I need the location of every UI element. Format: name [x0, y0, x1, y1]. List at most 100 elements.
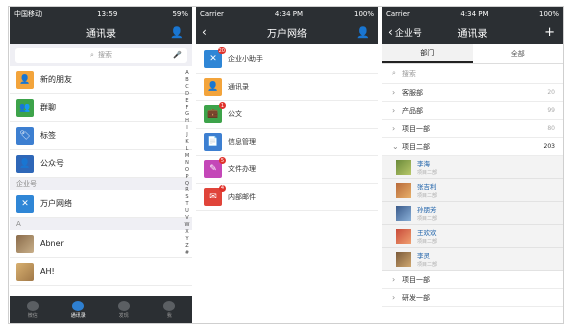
- member-row[interactable]: 张吉利 项目二部: [382, 179, 563, 202]
- time-label: 4:34 PM: [274, 9, 304, 18]
- list-item-label: 群聊: [40, 103, 56, 112]
- chevron-right-icon: ›: [392, 293, 396, 302]
- segment-department[interactable]: 部门: [382, 44, 473, 63]
- index-letter[interactable]: Q: [185, 181, 189, 188]
- search-input[interactable]: ⌕ 搜索: [382, 64, 563, 84]
- nav-bar: ‹ 万户网络 👤: [196, 20, 378, 44]
- index-letter[interactable]: E: [185, 98, 188, 105]
- index-letter[interactable]: D: [185, 91, 189, 98]
- member-dept: 项目二部: [417, 262, 438, 268]
- address-book-icon: 👤: [204, 77, 222, 96]
- avatar: [396, 205, 411, 221]
- app-item[interactable]: 💼 1 公文: [196, 101, 378, 129]
- list-item[interactable]: 👥 群聊: [10, 94, 192, 122]
- index-letter[interactable]: R: [185, 187, 188, 194]
- index-letter[interactable]: I: [186, 125, 187, 132]
- member-name: 张吉利: [417, 183, 437, 191]
- index-letter[interactable]: C: [185, 84, 189, 91]
- app-item[interactable]: ✎ 5 文件办理: [196, 156, 378, 184]
- section-header-a: A: [10, 218, 192, 230]
- member-info: 李海 项目二部: [417, 158, 437, 176]
- group-row[interactable]: › 项目一部 80: [382, 120, 563, 138]
- chevron-left-icon: ‹: [388, 25, 393, 39]
- index-letter[interactable]: Y: [185, 236, 188, 243]
- app-item[interactable]: ✉ 4 内部邮件: [196, 184, 378, 211]
- tab-1[interactable]: 微信: [10, 296, 56, 323]
- app-item[interactable]: ✕ 20 企业小助手: [196, 46, 378, 74]
- member-row[interactable]: 孙朋芳 项目二部: [382, 202, 563, 225]
- index-letter[interactable]: O: [185, 167, 189, 174]
- contact-row[interactable]: Abner: [10, 230, 192, 258]
- index-letter[interactable]: G: [185, 111, 189, 118]
- alphabet-index[interactable]: A B C D E F G H I J K L M N O P Q R S T U V W X Y Z #: [183, 70, 191, 256]
- enterprise-item[interactable]: ✕ 万户网络: [10, 190, 192, 218]
- tab-label: 微信: [27, 312, 38, 319]
- group-count: 80: [547, 125, 555, 132]
- index-letter[interactable]: T: [185, 201, 188, 208]
- tab-2[interactable]: 通讯录: [56, 296, 102, 323]
- tab-4[interactable]: 我: [147, 296, 193, 323]
- enterprise-icon: ✕: [16, 194, 34, 213]
- back-button[interactable]: ‹: [202, 25, 207, 39]
- index-letter[interactable]: K: [185, 139, 188, 146]
- index-letter[interactable]: H: [185, 118, 189, 125]
- index-letter[interactable]: V: [185, 215, 188, 222]
- group-label: 项目一部: [402, 275, 430, 284]
- segment-all[interactable]: 全部: [473, 44, 564, 63]
- tab-label: 我: [166, 312, 172, 319]
- index-letter[interactable]: F: [186, 105, 189, 112]
- index-letter[interactable]: U: [185, 208, 189, 215]
- index-letter[interactable]: P: [185, 174, 188, 181]
- member-dept: 项目二部: [417, 170, 438, 176]
- group-row[interactable]: › 项目一部: [382, 271, 563, 289]
- list-item[interactable]: 🏷 标签: [10, 122, 192, 150]
- group-list: › 客服部 20 › 产品部 99 › 项目一部 80: [382, 84, 563, 138]
- app-item[interactable]: 📄 信息管理: [196, 129, 378, 156]
- index-letter[interactable]: W: [185, 222, 190, 229]
- list-item[interactable]: 👤 公众号: [10, 150, 192, 178]
- group-row[interactable]: › 研发一部: [382, 289, 563, 307]
- page-title: 万户网络: [267, 28, 307, 40]
- search-bar: ⌕ 搜索 🎤: [10, 44, 192, 66]
- group-row-expanded[interactable]: ⌄ 项目二部 203: [382, 138, 563, 156]
- tag-icon: 🏷: [16, 126, 34, 145]
- member-row[interactable]: 王欢欢 项目二部: [382, 225, 563, 248]
- index-letter[interactable]: M: [185, 153, 189, 160]
- back-button[interactable]: ‹ 企业号: [388, 25, 422, 39]
- status-bar: Carrier 4:34 PM 100%: [196, 7, 378, 20]
- group-row[interactable]: › 产品部 99: [382, 102, 563, 120]
- index-letter[interactable]: A: [185, 70, 188, 77]
- group-label: 项目二部: [402, 142, 430, 151]
- index-letter[interactable]: J: [186, 132, 187, 139]
- add-icon[interactable]: +: [544, 25, 555, 40]
- contact-avatar: [16, 234, 34, 253]
- contact-row[interactable]: AH!: [10, 258, 192, 286]
- unread-badge: 4: [219, 184, 226, 192]
- page-title: 通讯录: [457, 28, 488, 40]
- time-label: 4:34 PM: [460, 9, 489, 18]
- discover-tab-icon: [117, 300, 130, 311]
- search-input[interactable]: ⌕ 搜索 🎤: [15, 47, 187, 63]
- member-row[interactable]: 李海 项目二部: [382, 156, 563, 179]
- group-list-bottom: › 项目一部 › 研发一部: [382, 271, 563, 307]
- index-letter[interactable]: L: [186, 146, 189, 153]
- unread-badge: 5: [219, 157, 226, 165]
- index-letter[interactable]: #: [185, 250, 189, 257]
- group-row[interactable]: › 客服部 20: [382, 84, 563, 102]
- profile-icon[interactable]: 👤: [356, 26, 370, 39]
- member-dept: 项目二部: [417, 216, 438, 222]
- index-letter[interactable]: S: [185, 194, 188, 201]
- microphone-icon[interactable]: 🎤: [173, 51, 182, 59]
- status-bar: Carrier 4:34 PM 100%: [382, 7, 563, 20]
- member-row[interactable]: 李灵 项目二部: [382, 248, 563, 271]
- index-letter[interactable]: Z: [185, 243, 188, 250]
- app-item[interactable]: 👤 通讯录: [196, 74, 378, 101]
- index-letter[interactable]: N: [185, 160, 189, 167]
- list-item[interactable]: 👤 新的朋友: [10, 66, 192, 94]
- carrier-label: Carrier: [386, 9, 410, 18]
- index-letter[interactable]: B: [185, 77, 188, 84]
- add-contact-icon[interactable]: 👤: [170, 26, 184, 39]
- app-item-label: 公文: [228, 110, 242, 119]
- index-letter[interactable]: X: [185, 229, 188, 236]
- tab-3[interactable]: 发现: [101, 296, 147, 323]
